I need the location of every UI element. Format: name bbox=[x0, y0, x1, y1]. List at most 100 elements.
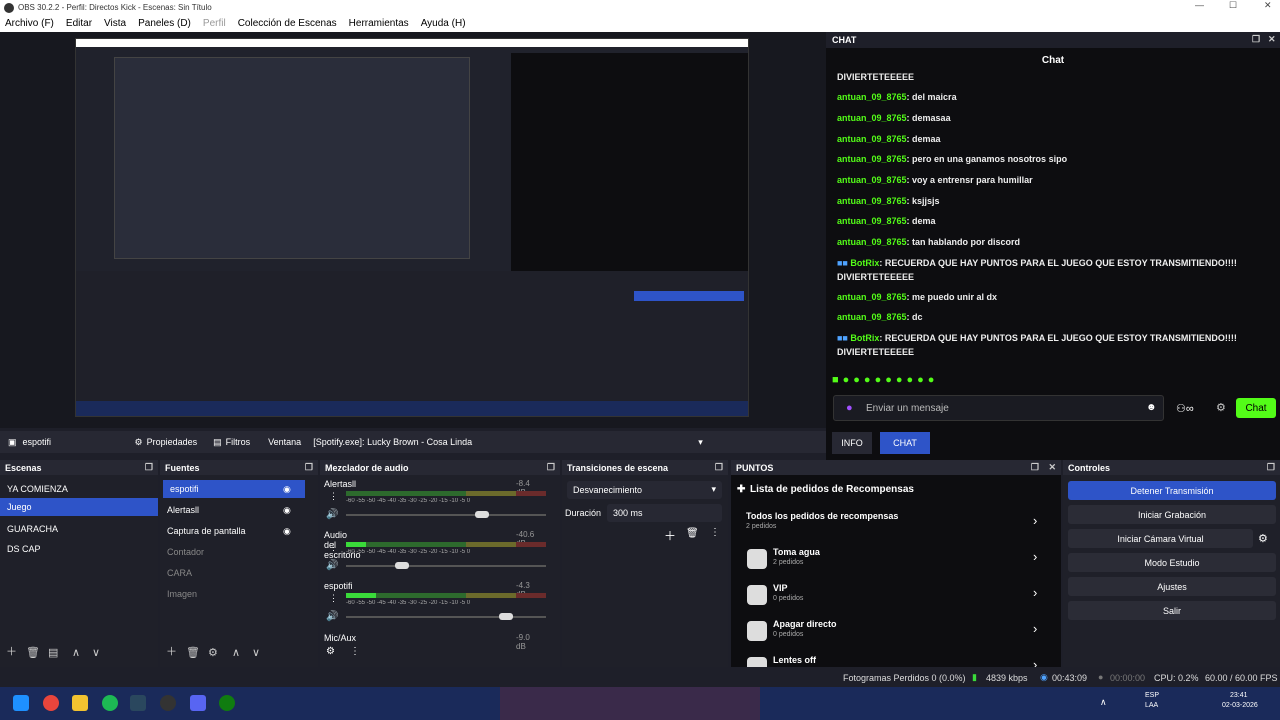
obs-icon[interactable] bbox=[160, 695, 176, 711]
chat-username[interactable]: antuan_09_8765 bbox=[837, 216, 907, 226]
exit-button[interactable]: Salir bbox=[1068, 601, 1276, 620]
discord-icon[interactable] bbox=[190, 695, 206, 711]
spotify-icon[interactable] bbox=[102, 695, 118, 711]
volume-slider[interactable] bbox=[346, 616, 546, 618]
reward-all[interactable]: Todos los pedidos de recompensas 2 pedido… bbox=[745, 511, 1045, 530]
eye-icon[interactable]: ◉ bbox=[283, 484, 291, 495]
duration-input[interactable]: 300 ms bbox=[607, 504, 722, 522]
scene-item[interactable]: DS CAP bbox=[0, 540, 158, 558]
chevron-down-icon[interactable]: ▾ bbox=[698, 437, 703, 448]
tab-chat[interactable]: CHAT bbox=[880, 432, 930, 454]
mic-icon[interactable]: ● bbox=[846, 402, 853, 414]
chevron-right-icon[interactable]: › bbox=[1033, 549, 1037, 564]
add-icon[interactable]: ＋ bbox=[664, 527, 676, 544]
volume-knob[interactable] bbox=[475, 511, 489, 518]
close-icon[interactable]: ✕ bbox=[1048, 462, 1056, 473]
start-recording-button[interactable]: Iniciar Grabación bbox=[1068, 505, 1276, 524]
folder-icon[interactable] bbox=[72, 695, 88, 711]
emoji-icon[interactable]: ☻ bbox=[1146, 402, 1157, 413]
down-icon[interactable]: ∨ bbox=[252, 646, 260, 659]
speaker-icon[interactable]: 🔊 bbox=[326, 509, 338, 520]
chat-username[interactable]: antuan_09_8765 bbox=[837, 292, 907, 302]
points-icon[interactable]: ⚇∞ bbox=[1176, 402, 1194, 415]
trash-icon[interactable]: 🗑 bbox=[26, 646, 40, 659]
menu-archivo[interactable]: Archivo (F) bbox=[5, 18, 54, 29]
volume-knob[interactable] bbox=[499, 613, 513, 620]
chat-username[interactable]: antuan_09_8765 bbox=[837, 237, 907, 247]
speaker-icon[interactable]: 🔊 bbox=[326, 560, 338, 571]
eye-icon[interactable]: ◉ bbox=[283, 505, 291, 516]
up-icon[interactable]: ∧ bbox=[232, 646, 240, 659]
window-select[interactable]: [Spotify.exe]: Lucky Brown - Cosa Linda bbox=[313, 437, 698, 447]
chevron-up-icon[interactable]: ∧ bbox=[1100, 697, 1107, 708]
clock-date[interactable]: 02-03-2026 bbox=[1222, 702, 1258, 709]
chrome-icon[interactable] bbox=[43, 695, 59, 711]
add-icon[interactable]: ＋ bbox=[6, 643, 17, 659]
float-icon[interactable]: ❐ bbox=[1031, 462, 1039, 473]
scene-item-selected[interactable]: Juego bbox=[0, 498, 158, 516]
scene-item[interactable]: GUARACHA bbox=[0, 520, 158, 538]
chat-input[interactable]: ● Enviar un mensaje ☻ bbox=[833, 395, 1164, 421]
chat-username[interactable]: antuan_09_8765 bbox=[837, 196, 907, 206]
reward-item[interactable]: Toma agua 2 pedidos › bbox=[745, 547, 1045, 569]
source-item-selected[interactable]: espotifi ◉ bbox=[163, 480, 305, 498]
clock-time[interactable]: 23:41 bbox=[1230, 692, 1248, 699]
close-dock-icon[interactable]: ✕ bbox=[1268, 34, 1276, 45]
trash-icon[interactable]: 🗑 bbox=[186, 646, 200, 659]
menu-editar[interactable]: Editar bbox=[66, 18, 92, 29]
close-icon[interactable]: ✕ bbox=[1264, 0, 1272, 11]
down-icon[interactable]: ∨ bbox=[92, 646, 100, 659]
chevron-right-icon[interactable]: › bbox=[1033, 513, 1037, 528]
chat-username[interactable]: BotRix bbox=[850, 333, 879, 343]
menu-ayuda[interactable]: Ayuda (H) bbox=[421, 18, 466, 29]
gear-icon[interactable]: ⚙ bbox=[1258, 532, 1268, 545]
properties-button[interactable]: Propiedades bbox=[147, 437, 198, 447]
volume-knob[interactable] bbox=[395, 562, 409, 569]
gear-icon[interactable]: ⚙ bbox=[326, 646, 335, 657]
add-icon[interactable]: ＋ bbox=[166, 643, 177, 659]
chat-username[interactable]: antuan_09_8765 bbox=[837, 154, 907, 164]
maximize-icon[interactable]: ☐ bbox=[1229, 0, 1237, 11]
menu-herramientas[interactable]: Herramientas bbox=[349, 18, 409, 29]
float-icon[interactable]: ❐ bbox=[715, 462, 723, 473]
float-icon[interactable]: ❐ bbox=[1252, 34, 1260, 45]
chat-username[interactable]: BotRix bbox=[850, 258, 879, 268]
chevron-right-icon[interactable]: › bbox=[1033, 621, 1037, 636]
source-item[interactable]: Alertasll ◉ bbox=[160, 501, 318, 519]
float-icon[interactable]: ❐ bbox=[145, 462, 153, 473]
source-item[interactable]: Imagen bbox=[160, 585, 318, 603]
menu-paneles[interactable]: Paneles (D) bbox=[138, 18, 191, 29]
chat-send-button[interactable]: Chat bbox=[1236, 398, 1276, 418]
chat-username[interactable]: antuan_09_8765 bbox=[837, 134, 907, 144]
emote-row[interactable]: ■●●●●●●●●● bbox=[832, 374, 938, 386]
windows-start-icon[interactable] bbox=[13, 695, 29, 711]
minimize-icon[interactable]: — bbox=[1195, 0, 1204, 10]
float-icon[interactable]: ❐ bbox=[1267, 462, 1275, 473]
more-icon[interactable]: ⋮ bbox=[350, 646, 360, 657]
reward-item[interactable]: Apagar directo 0 pedidos › bbox=[745, 619, 1045, 641]
speaker-icon[interactable]: 🔊 bbox=[326, 611, 338, 622]
filter-icon[interactable]: ▤ bbox=[48, 646, 58, 659]
up-icon[interactable]: ∧ bbox=[72, 646, 80, 659]
float-icon[interactable]: ❐ bbox=[547, 462, 555, 473]
float-icon[interactable]: ❐ bbox=[305, 462, 313, 473]
volume-slider[interactable] bbox=[346, 565, 546, 567]
more-icon[interactable]: ⋮ bbox=[710, 527, 720, 538]
settings-gear-icon[interactable]: ⚙ bbox=[1216, 401, 1226, 414]
start-virtualcam-button[interactable]: Iniciar Cámara Virtual bbox=[1068, 529, 1253, 548]
chevron-right-icon[interactable]: › bbox=[1033, 585, 1037, 600]
settings-button[interactable]: Ajustes bbox=[1068, 577, 1276, 596]
menu-perfil[interactable]: Perfil bbox=[203, 18, 226, 29]
menu-vista[interactable]: Vista bbox=[104, 18, 126, 29]
filters-button[interactable]: Filtros bbox=[226, 437, 251, 447]
chat-username[interactable]: antuan_09_8765 bbox=[837, 113, 907, 123]
source-item[interactable]: Contador bbox=[160, 543, 318, 561]
more-icon[interactable]: ⋮ bbox=[329, 542, 338, 553]
trash-icon[interactable]: 🗑 bbox=[686, 528, 699, 539]
eye-icon[interactable]: ◉ bbox=[283, 526, 291, 537]
chat-username[interactable]: antuan_09_8765 bbox=[837, 312, 907, 322]
stream-preview[interactable] bbox=[75, 38, 749, 417]
steam-icon[interactable] bbox=[130, 695, 146, 711]
studio-mode-button[interactable]: Modo Estudio bbox=[1068, 553, 1276, 572]
source-item[interactable]: CARA bbox=[160, 564, 318, 582]
